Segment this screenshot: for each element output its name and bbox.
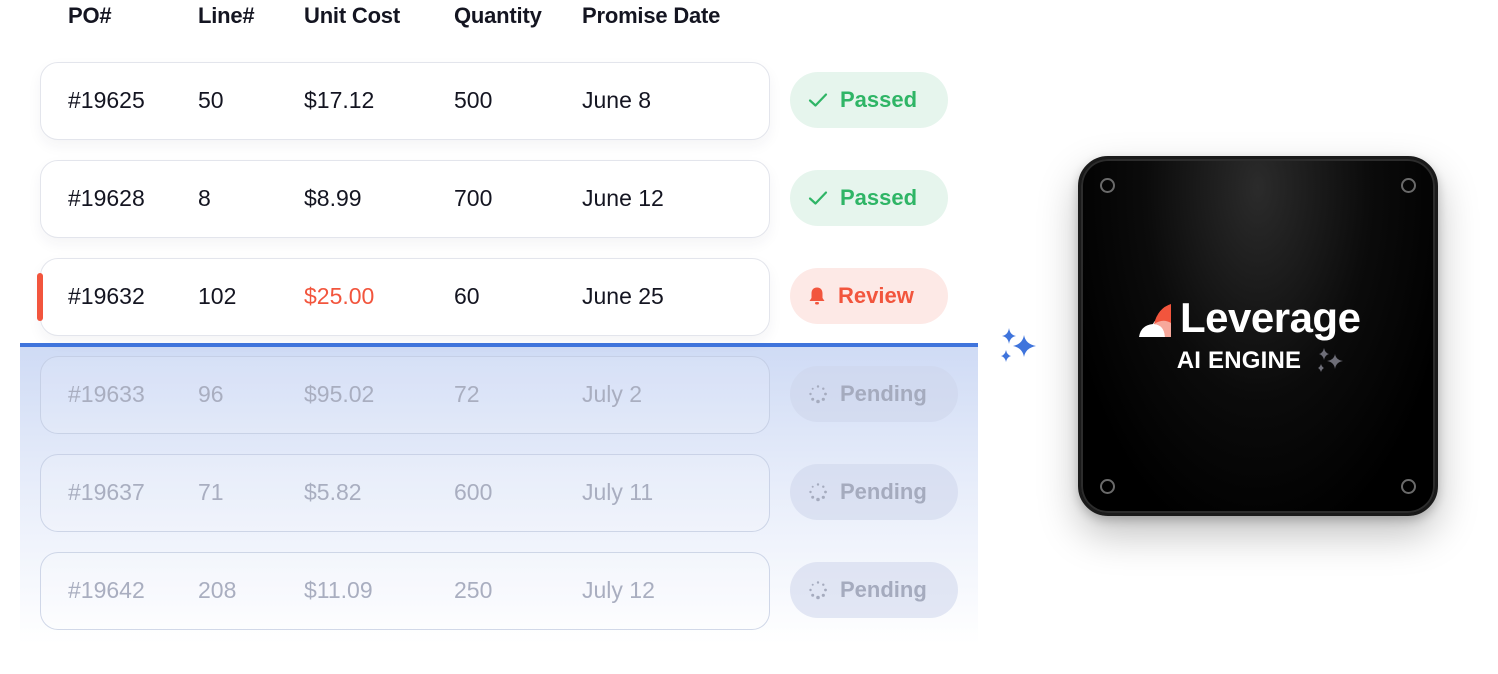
table-header: PO# Line# Unit Cost Quantity Promise Dat… (0, 0, 780, 34)
status-badge: Passed (790, 170, 948, 226)
table-row[interactable]: #19642 208 $11.09 250 July 12 (40, 552, 770, 630)
po-number: #19625 (68, 87, 145, 113)
header-promise-date: Promise Date (582, 3, 721, 28)
quantity: 600 (454, 479, 493, 505)
table-row-flagged[interactable]: #19632 102 $25.00 60 June 25 (37, 258, 770, 336)
status-label: Passed (840, 185, 918, 210)
header-line: Line# (198, 3, 255, 28)
screw-icon (1401, 178, 1416, 193)
status-badge: Passed (790, 72, 948, 128)
screw-icon (1100, 178, 1115, 193)
spinner-icon (809, 581, 827, 600)
po-number: #19628 (68, 185, 145, 211)
status-badge: Pending (790, 464, 958, 520)
leverage-logo-icon (1139, 304, 1171, 337)
po-number: #19632 (68, 283, 145, 309)
unit-cost: $8.99 (304, 185, 362, 211)
promise-date: July 12 (582, 577, 655, 603)
status-label: Review (838, 283, 914, 308)
quantity: 250 (454, 577, 493, 603)
unit-cost: $17.12 (304, 87, 375, 113)
sparkle-icon (1001, 328, 1036, 362)
unit-cost: $95.02 (304, 381, 375, 407)
header-unit-cost: Unit Cost (304, 3, 400, 28)
unit-cost: $11.09 (304, 577, 373, 603)
screw-icon (1401, 479, 1416, 494)
unit-cost-flagged: $25.00 (304, 283, 375, 309)
status-badge: Review (790, 268, 948, 324)
quantity: 700 (454, 185, 493, 211)
table-row[interactable]: #19633 96 $95.02 72 July 2 (40, 356, 770, 434)
spinner-icon (809, 385, 827, 404)
line-number: 71 (198, 479, 224, 505)
brand-name: Leverage (1180, 294, 1361, 341)
quantity: 60 (454, 283, 480, 309)
po-number: #19642 (68, 577, 145, 603)
status-label: Passed (840, 87, 918, 112)
promise-date: July 2 (582, 381, 643, 407)
check-icon (808, 93, 828, 107)
status-badge: Pending (790, 366, 958, 422)
scan-line (20, 343, 978, 347)
header-po: PO# (68, 3, 112, 28)
line-number: 96 (198, 381, 224, 407)
status-label: Pending (840, 577, 927, 602)
line-number: 102 (198, 283, 237, 309)
quantity: 72 (454, 381, 480, 407)
status-label: Pending (840, 479, 927, 504)
line-number: 50 (198, 87, 224, 113)
promise-date: June 12 (582, 185, 664, 211)
promise-date: June 25 (582, 283, 664, 309)
header-quantity: Quantity (454, 3, 542, 28)
status-label: Pending (840, 381, 927, 406)
screw-icon (1100, 479, 1115, 494)
quantity: 500 (454, 87, 493, 113)
spinner-icon (809, 483, 827, 502)
ai-engine-chip: Leverage AI ENGINE (1078, 156, 1438, 516)
bell-icon (809, 287, 825, 305)
engine-label: AI ENGINE (1081, 347, 1435, 375)
promise-date: July 11 (582, 479, 654, 505)
line-number: 208 (198, 577, 237, 603)
table-row[interactable]: #19637 71 $5.82 600 July 11 (40, 454, 770, 532)
promise-date: June 8 (582, 87, 652, 113)
alert-flag (37, 273, 43, 321)
table-row[interactable]: #19628 8 $8.99 700 June 12 (40, 160, 770, 238)
po-number: #19633 (68, 381, 145, 407)
table-row[interactable]: #19625 50 $17.12 500 June 8 (40, 62, 770, 140)
check-icon (808, 191, 828, 205)
leverage-logo: Leverage (1139, 294, 1361, 341)
engine-subtitle: AI ENGINE (1176, 347, 1302, 374)
unit-cost: $5.82 (304, 479, 362, 505)
status-badge: Pending (790, 562, 958, 618)
sparkle-icon (1318, 348, 1344, 372)
po-number: #19637 (68, 479, 145, 505)
line-number: 8 (198, 185, 211, 211)
